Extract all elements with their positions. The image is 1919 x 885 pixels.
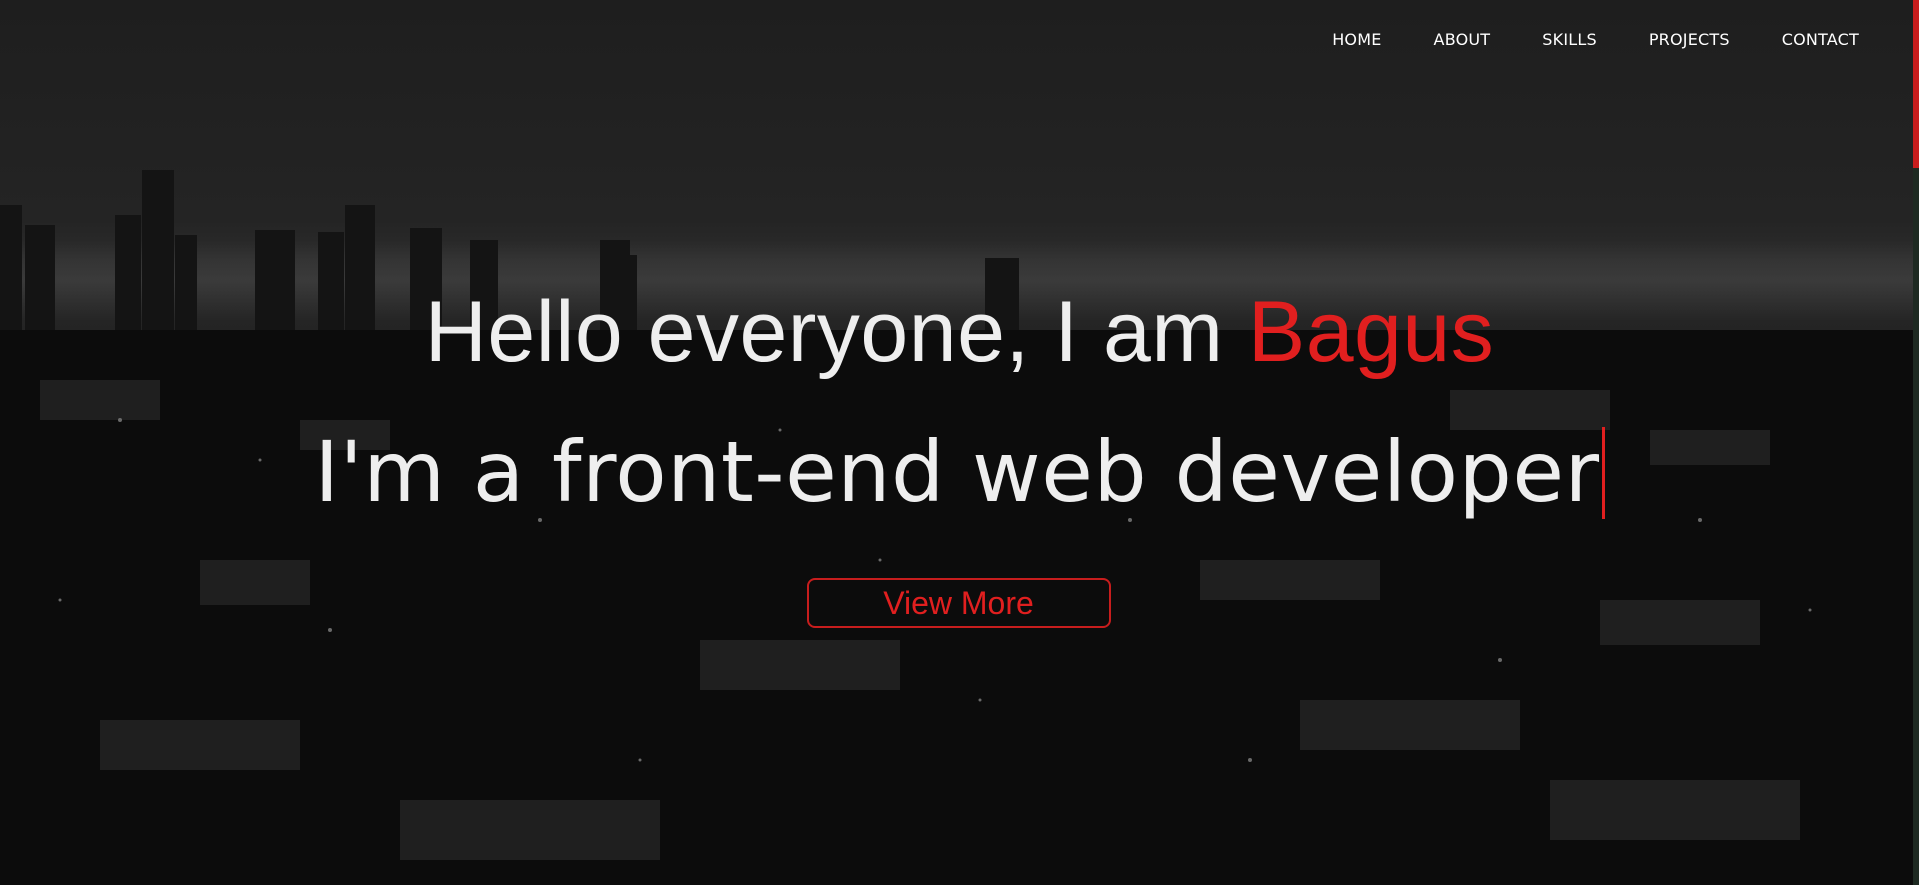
main-nav: HOME ABOUT SKILLS PROJECTS CONTACT xyxy=(1280,30,1859,49)
hero-heading: Hello everyone, I am Bagus xyxy=(0,282,1919,382)
view-more-button[interactable]: View More xyxy=(806,578,1111,628)
page: HOME ABOUT SKILLS PROJECTS CONTACT Hello… xyxy=(0,0,1919,885)
hero-name: Bagus xyxy=(1247,284,1495,380)
hero-typed-text: I'm a front-end web developer xyxy=(314,423,1600,521)
hero-cta-wrapper: View More xyxy=(0,578,1919,628)
nav-home-link[interactable]: HOME xyxy=(1332,30,1381,49)
nav-contact-link[interactable]: CONTACT xyxy=(1782,30,1859,49)
nav-projects-link[interactable]: PROJECTS xyxy=(1649,30,1730,49)
hero-section: Hello everyone, I am Bagus I'm a front-e… xyxy=(0,282,1919,524)
hero-greeting: Hello everyone, I am xyxy=(424,284,1248,380)
scrollbar-track[interactable] xyxy=(1913,0,1919,885)
typing-cursor xyxy=(1601,427,1605,519)
nav-about-link[interactable]: ABOUT xyxy=(1434,30,1491,49)
hero-typed-line: I'm a front-end web developer xyxy=(0,420,1919,524)
scrollbar-thumb[interactable] xyxy=(1913,0,1919,168)
nav-skills-link[interactable]: SKILLS xyxy=(1542,30,1597,49)
